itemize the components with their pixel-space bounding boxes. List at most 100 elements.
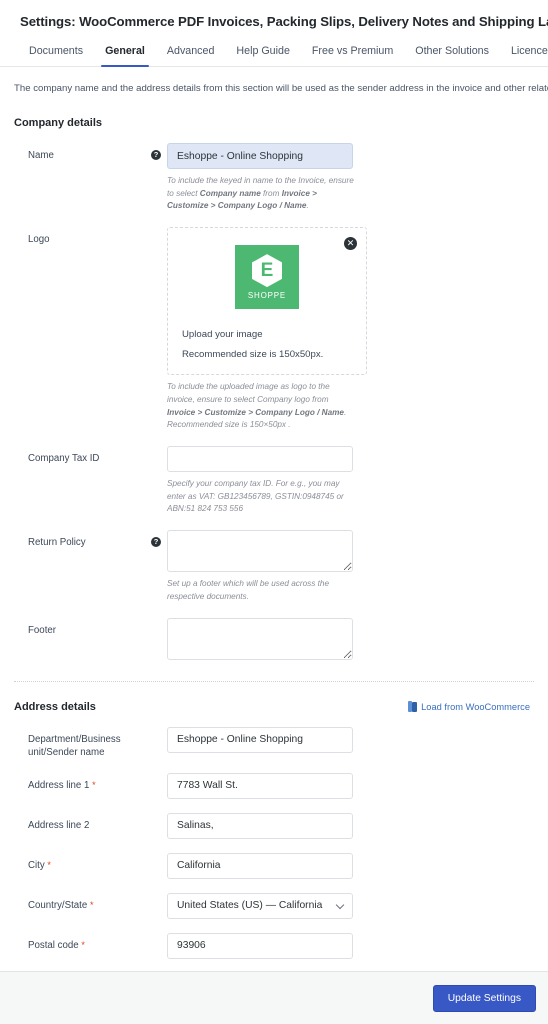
address-details-heading: Address details bbox=[14, 700, 96, 713]
help-col-logo bbox=[145, 227, 167, 234]
settings-page: Settings: WooCommerce PDF Invoices, Pack… bbox=[0, 0, 548, 1024]
control-footer bbox=[167, 617, 534, 660]
field-sender-name: Department/Business unit/Sender name bbox=[14, 726, 534, 759]
field-footer: Footer bbox=[14, 617, 534, 660]
sender-name-input[interactable] bbox=[167, 726, 353, 753]
control-postal-code bbox=[167, 932, 534, 959]
load-from-woocommerce-link[interactable]: Load from WooCommerce bbox=[408, 701, 530, 712]
control-address-line-2 bbox=[167, 812, 534, 839]
field-return-policy: Return Policy ? Set up a footer which wi… bbox=[14, 530, 534, 603]
field-label-postal-code: Postal code * bbox=[14, 933, 145, 952]
field-label-company-tax-id: Company Tax ID bbox=[28, 452, 100, 464]
field-label-company-name: Name bbox=[28, 150, 54, 162]
required-marker: * bbox=[89, 899, 94, 910]
tab-free-vs-premium[interactable]: Free vs Premium bbox=[301, 41, 404, 66]
field-company-tax-id: Company Tax ID Specify your company tax … bbox=[14, 445, 534, 516]
settings-tabs: Documents General Advanced Help Guide Fr… bbox=[0, 41, 548, 68]
hint-part: . bbox=[306, 201, 309, 211]
country-state-select[interactable]: United States (US) — California bbox=[167, 892, 353, 919]
field-label-country-state: Country/State * bbox=[14, 893, 145, 912]
intro-text: The company name and the address details… bbox=[14, 83, 548, 95]
control-country-state: United States (US) — California bbox=[167, 892, 534, 919]
question-circle-icon[interactable]: ? bbox=[151, 537, 161, 548]
logo-wordmark: SHOPPE bbox=[247, 291, 287, 301]
woocommerce-icon bbox=[408, 701, 418, 712]
help-col-sender-name bbox=[145, 727, 167, 734]
field-company-name: Name ? To include the keyed in name to t… bbox=[14, 143, 534, 213]
logo-thumbnail: E SHOPPE bbox=[235, 245, 299, 310]
hint-part-bold: Invoice > Customize > Company Logo / Nam… bbox=[167, 407, 344, 417]
hint-return-policy: Set up a footer which will be used acros… bbox=[167, 579, 330, 601]
tab-help-guide[interactable]: Help Guide bbox=[225, 41, 300, 66]
field-address-line-2: Address line 2 bbox=[14, 812, 534, 839]
label-text: Address line 1 bbox=[28, 779, 90, 791]
footer-textarea[interactable] bbox=[167, 617, 353, 660]
logo-uploader[interactable]: ✕ E SHOPPE Upload your image Recommended… bbox=[167, 227, 367, 376]
control-company-tax-id: Specify your company tax ID. For e.g., y… bbox=[167, 445, 534, 516]
settings-body: Company details Name ? To include the ke… bbox=[0, 96, 548, 971]
close-circle-icon[interactable]: ✕ bbox=[344, 237, 357, 251]
field-label-address-line-1: Address line 1 * bbox=[14, 773, 145, 792]
help-col-country-state bbox=[145, 893, 167, 900]
field-address-line-1: Address line 1 * bbox=[14, 772, 534, 799]
page-header: Settings: WooCommerce PDF Invoices, Pack… bbox=[0, 0, 548, 30]
company-tax-id-input[interactable] bbox=[167, 445, 353, 472]
control-address-line-1 bbox=[167, 772, 534, 799]
tab-licence[interactable]: Licence bbox=[500, 41, 548, 66]
return-policy-textarea[interactable] bbox=[167, 530, 353, 573]
control-city bbox=[167, 852, 534, 879]
required-marker: * bbox=[81, 939, 85, 950]
control-return-policy: Set up a footer which will be used acros… bbox=[167, 530, 534, 603]
address-line-1-input[interactable] bbox=[167, 772, 353, 799]
label-text: Postal code bbox=[28, 939, 79, 951]
field-label-logo: Logo bbox=[28, 234, 50, 246]
question-circle-icon[interactable]: ? bbox=[151, 150, 161, 161]
logo-preview: E SHOPPE bbox=[182, 240, 352, 320]
field-label-footer: Footer bbox=[28, 624, 56, 636]
hint-part: To include the uploaded image as logo to… bbox=[167, 382, 330, 404]
company-details-heading: Company details bbox=[14, 117, 103, 130]
help-col-address-line-2 bbox=[145, 813, 167, 820]
hint-part: from bbox=[260, 188, 282, 198]
field-label-sender-name: Department/Business unit/Sender name bbox=[28, 733, 121, 758]
field-city: City * bbox=[14, 852, 534, 879]
field-label-return-policy: Return Policy bbox=[28, 537, 86, 549]
hint-part-bold: Company name bbox=[199, 188, 261, 198]
logo-hexagon-icon: E bbox=[252, 254, 282, 288]
city-input[interactable] bbox=[167, 852, 353, 879]
control-logo: ✕ E SHOPPE Upload your image Recommended… bbox=[167, 227, 534, 432]
tab-general[interactable]: General bbox=[94, 41, 156, 68]
field-label-city: City * bbox=[14, 853, 145, 872]
label-text: City bbox=[28, 859, 45, 871]
control-sender-name bbox=[167, 726, 534, 753]
update-settings-button[interactable]: Update Settings bbox=[432, 984, 536, 1012]
postal-code-input[interactable] bbox=[167, 932, 353, 959]
company-name-input[interactable] bbox=[167, 143, 353, 170]
load-from-woocommerce-label: Load from WooCommerce bbox=[421, 701, 530, 712]
footer-action-bar: Update Settings bbox=[0, 971, 548, 1024]
hint-company-name: To include the keyed in name to the Invo… bbox=[167, 175, 355, 213]
field-postal-code: Postal code * bbox=[14, 932, 534, 959]
tab-documents[interactable]: Documents bbox=[18, 41, 94, 66]
section-divider bbox=[14, 680, 534, 682]
help-col-tax-id bbox=[145, 446, 167, 453]
help-col-postal-code bbox=[145, 933, 167, 940]
tab-advanced[interactable]: Advanced bbox=[156, 41, 226, 66]
field-country-state: Country/State * United States (US) — Cal… bbox=[14, 892, 534, 919]
field-logo: Logo ✕ E SHOPPE Upload your image Recomm… bbox=[14, 227, 534, 432]
tab-other-solutions[interactable]: Other Solutions bbox=[404, 41, 500, 66]
hint-company-tax-id: Specify your company tax ID. For e.g., y… bbox=[167, 478, 344, 514]
address-line-2-input[interactable] bbox=[167, 812, 353, 839]
hint-logo: To include the uploaded image as logo to… bbox=[167, 381, 355, 432]
field-label-address-line-2: Address line 2 bbox=[28, 819, 90, 831]
required-marker: * bbox=[92, 779, 96, 790]
help-col-company-name: ? bbox=[145, 143, 167, 161]
required-marker: * bbox=[47, 859, 51, 870]
upload-image-label[interactable]: Upload your image bbox=[182, 329, 352, 340]
logo-recommended-size: Recommended size is 150x50px. bbox=[182, 349, 324, 361]
help-col-return-policy: ? bbox=[145, 530, 167, 548]
address-details-header: Address details Load from WooCommerce bbox=[14, 701, 534, 713]
help-col-footer bbox=[145, 618, 167, 625]
country-state-select-wrap: United States (US) — California bbox=[167, 892, 353, 919]
help-col-city bbox=[145, 853, 167, 860]
